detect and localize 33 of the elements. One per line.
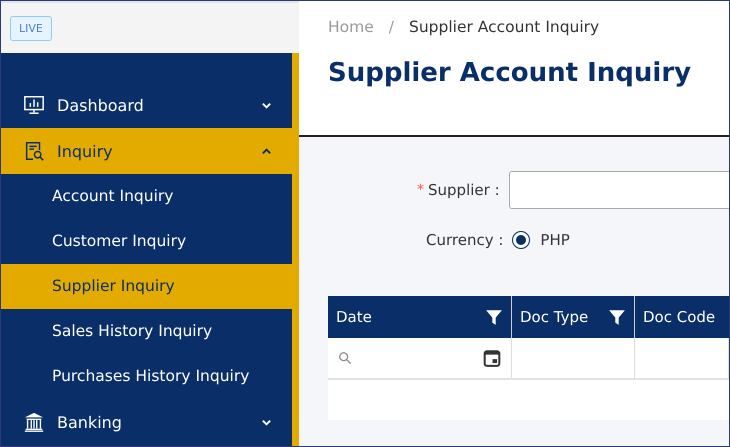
nav-item[interactable]: Banking [1, 399, 292, 445]
nav-label: Inquiry [57, 142, 114, 160]
nav-subitem[interactable]: Account Inquiry [1, 174, 292, 219]
supplier-input[interactable] [508, 171, 729, 209]
field-label: Currency : [426, 231, 504, 249]
bank-icon [23, 411, 45, 433]
required-mark: * [417, 182, 424, 198]
nav-subitem[interactable]: Purchases History Inquiry [1, 354, 292, 399]
search-icon [338, 351, 352, 365]
monitor-chart-icon [23, 94, 45, 116]
nav-subitem[interactable]: Sales History Inquiry [1, 309, 292, 354]
nav-item[interactable]: Inquiry [1, 128, 292, 174]
nav-item[interactable]: Dashboard [1, 82, 292, 128]
nav-subitem[interactable]: Supplier Inquiry [1, 264, 292, 309]
field-label: Supplier : [428, 181, 500, 199]
chevron-up-icon [261, 146, 272, 156]
document-search-icon [23, 140, 45, 162]
breadcrumb-current: Supplier Account Inquiry [409, 18, 600, 36]
filter-icon[interactable] [485, 308, 503, 326]
nav-label: Banking [57, 412, 123, 432]
filter-icon[interactable] [608, 308, 626, 326]
nav-label: Dashboard [57, 96, 145, 114]
column-title: Date [336, 308, 373, 326]
column-title: Doc Type [520, 308, 590, 326]
radio-label: PHP [540, 231, 570, 249]
column-title: Doc Code [643, 308, 716, 326]
page-title: Supplier Account Inquiry [328, 58, 692, 88]
breadcrumb-separator: / [388, 18, 394, 36]
live-badge: LIVE [10, 16, 52, 41]
radio-button[interactable] [512, 231, 530, 249]
nav-subitem[interactable]: Customer Inquiry [1, 219, 292, 264]
calendar-icon[interactable] [483, 349, 501, 367]
column-header[interactable]: Doc Code [635, 296, 729, 338]
